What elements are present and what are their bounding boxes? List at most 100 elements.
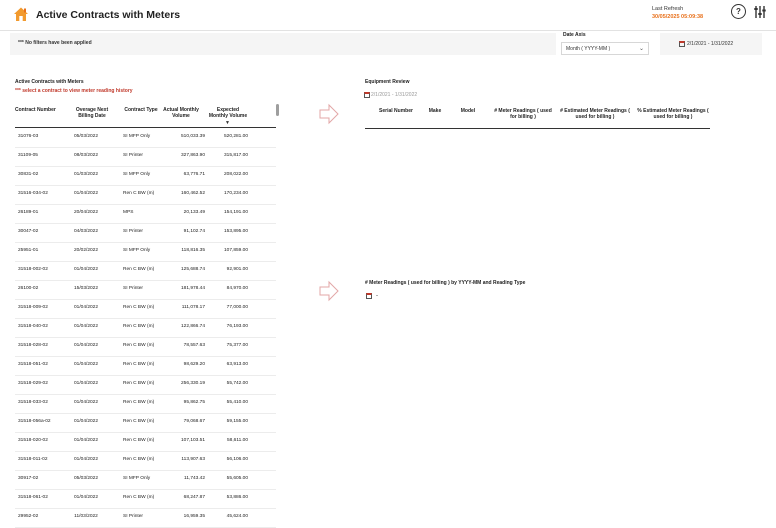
page-title: Active Contracts with Meters bbox=[36, 9, 181, 21]
cell-billing-date: 01/04/2022 bbox=[73, 191, 98, 196]
cell-actual-volume: 122,866.74 bbox=[180, 324, 205, 329]
cell-contract-type: SI Printer bbox=[123, 229, 143, 234]
cell-actual-volume: 181,978.44 bbox=[180, 286, 205, 291]
cell-actual-volume: 111,078.17 bbox=[181, 305, 205, 310]
cell-actual-volume: 11,743.42 bbox=[184, 476, 205, 481]
equipment-section-title: Equipment Review bbox=[365, 79, 410, 85]
cell-contract-number: 31516-034-02 bbox=[18, 191, 48, 196]
cell-contract-type: Ren C BW (m) bbox=[123, 495, 155, 500]
date-axis-select[interactable]: Month ( YYYY-MM ) ⌄ bbox=[561, 42, 649, 55]
table-row[interactable]: 31516-034-02 01/04/2022 Ren C BW (m) 160,46… bbox=[15, 185, 276, 205]
table-row[interactable]: 31518-051-02 01/04/2022 Ren C BW (m) 98,629… bbox=[15, 356, 276, 376]
table-row[interactable]: 31518-009-02 01/04/2022 Ren C BW (m) 111,07… bbox=[15, 299, 276, 319]
cell-contract-number: 31076-03 bbox=[18, 134, 39, 139]
col-actual-monthly-volume[interactable]: Actual Monthly Volume bbox=[161, 107, 201, 119]
cell-contract-type: Ren C BW (m) bbox=[123, 400, 155, 405]
cell-contract-type: MPS bbox=[123, 210, 134, 215]
calendar-icon bbox=[364, 92, 370, 98]
col-estimated-meter-readings[interactable]: # Estimated Meter Readings ( used for bi… bbox=[556, 108, 634, 120]
col-make[interactable]: Make bbox=[424, 108, 446, 114]
col-serial-number[interactable]: Serial Number bbox=[373, 108, 419, 114]
cell-billing-date: 01/03/2022 bbox=[73, 172, 98, 177]
cell-billing-date: 01/04/2022 bbox=[73, 267, 98, 272]
table-row[interactable]: 25951-01 20/02/2022 SI MFP Only 118,816.35 1… bbox=[15, 242, 276, 262]
cell-expected-volume: 55,742.00 bbox=[226, 381, 248, 386]
cell-billing-date: 01/04/2022 bbox=[73, 457, 98, 462]
cell-actual-volume: 20,133.49 bbox=[183, 210, 205, 215]
cell-actual-volume: 118,816.35 bbox=[181, 248, 205, 253]
col-contract-number[interactable]: Contract Number bbox=[15, 107, 63, 113]
cell-contract-number: 31518-056a-02 bbox=[18, 419, 51, 424]
table-row[interactable]: 26100-02 15/03/2022 SI Printer 181,978.44 84… bbox=[15, 280, 276, 300]
cell-expected-volume: 107,859.00 bbox=[223, 248, 248, 253]
cell-actual-volume: 91,102.74 bbox=[183, 229, 205, 234]
date-axis-value: Month ( YYYY-MM ) bbox=[566, 46, 611, 52]
table-row[interactable]: 31518-040-02 01/04/2022 Ren C BW (m) 122,86… bbox=[15, 318, 276, 338]
cell-expected-volume: 76,193.00 bbox=[226, 324, 248, 329]
table-row[interactable]: 30831-02 01/03/2022 SI MFP Only 63,776.71 20… bbox=[15, 166, 276, 186]
cell-expected-volume: 63,913.00 bbox=[226, 362, 248, 367]
cell-billing-date: 11/03/2022 bbox=[74, 514, 98, 519]
equipment-header-divider bbox=[365, 128, 710, 129]
cell-contract-type: SI Printer bbox=[123, 286, 143, 291]
cell-expected-volume: 75,377.00 bbox=[226, 343, 248, 348]
cell-contract-number: 31518-051-02 bbox=[18, 362, 48, 367]
cell-contract-number: 31518-009-02 bbox=[18, 305, 48, 310]
cell-contract-type: SI MFP Only bbox=[123, 476, 151, 481]
cell-actual-volume: 125,688.74 bbox=[180, 267, 205, 272]
cell-billing-date: 20/02/2022 bbox=[73, 248, 98, 253]
table-row[interactable]: 31518-061-02 01/04/2022 Ren C BW (m) 68,247… bbox=[15, 489, 276, 509]
cell-contract-number: 31518-061-02 bbox=[18, 495, 48, 500]
table-row[interactable]: 31518-029-02 01/04/2022 Ren C BW (m) 256,33… bbox=[15, 375, 276, 395]
calendar-icon bbox=[679, 41, 685, 47]
cell-expected-volume: 59,155.00 bbox=[226, 419, 248, 424]
cell-billing-date: 01/04/2022 bbox=[73, 419, 98, 424]
table-row[interactable]: 31518-011-02 01/04/2022 Ren C BW (m) 113,90… bbox=[15, 451, 276, 471]
table-scrollbar[interactable] bbox=[276, 104, 279, 116]
col-model[interactable]: Model bbox=[456, 108, 480, 114]
cell-actual-volume: 68,247.87 bbox=[183, 495, 205, 500]
cell-expected-volume: 55,605.00 bbox=[226, 476, 248, 481]
help-icon[interactable]: ? bbox=[731, 4, 746, 19]
col-meter-readings[interactable]: # Meter Readings ( used for billing ) bbox=[494, 108, 552, 120]
table-row[interactable]: 31518-028-02 01/04/2022 Ren C BW (m) 78,557… bbox=[15, 337, 276, 357]
col-overage-next-billing-date[interactable]: Overage Next Billing Date bbox=[71, 107, 113, 119]
cell-contract-number: 31518-011-02 bbox=[18, 457, 48, 462]
col-contract-type[interactable]: Contract Type bbox=[119, 107, 163, 113]
cell-contract-number: 31518-033-02 bbox=[18, 400, 48, 405]
last-refresh-label: Last Refresh bbox=[652, 6, 684, 12]
table-row[interactable]: 31109-05 08/03/2022 SI Printer 327,863.90 31… bbox=[15, 147, 276, 167]
table-row[interactable]: 30047-02 04/03/2022 SI Printer 91,102.74 153… bbox=[15, 223, 276, 243]
cell-expected-volume: 92,901.00 bbox=[226, 267, 248, 272]
cell-contract-type: Ren C BW (m) bbox=[123, 305, 155, 310]
cell-contract-number: 26100-02 bbox=[18, 286, 39, 291]
cell-contract-type: SI Printer bbox=[123, 514, 143, 519]
cell-billing-date: 01/04/2022 bbox=[73, 324, 98, 329]
date-range-value[interactable]: 2/1/2021 - 1/31/2022 bbox=[687, 41, 733, 47]
table-row[interactable]: 31518-020-02 01/04/2022 Ren C BW (m) 107,10… bbox=[15, 432, 276, 452]
table-row[interactable]: 30917-02 05/03/2022 SI MFP Only 11,743.42 55… bbox=[15, 470, 276, 490]
table-row[interactable]: 31518-002-02 01/04/2022 Ren C BW (m) 125,68… bbox=[15, 261, 276, 281]
cell-billing-date: 01/04/2022 bbox=[73, 362, 98, 367]
col-expected-monthly-volume[interactable]: Expected Monthly Volume bbox=[208, 107, 248, 119]
cell-expected-volume: 77,000.00 bbox=[226, 305, 248, 310]
cell-expected-volume: 56,106.00 bbox=[226, 457, 248, 462]
cell-contract-number: 31518-020-02 bbox=[18, 438, 48, 443]
table-row[interactable]: 31518-056a-02 01/04/2022 Ren C BW (m) 79,06… bbox=[15, 413, 276, 433]
table-row[interactable]: 31518-033-02 01/04/2022 Ren C BW (m) 95,862… bbox=[15, 394, 276, 414]
table-row[interactable]: 26189-01 20/04/2022 MPS 20,133.49 154,191.00 bbox=[15, 204, 276, 224]
cell-billing-date: 08/03/2022 bbox=[73, 153, 98, 158]
arrow-right-icon bbox=[319, 280, 339, 302]
cell-actual-volume: 160,462.52 bbox=[180, 191, 205, 196]
cell-contract-type: Ren C BW (m) bbox=[123, 324, 155, 329]
settings-sliders-icon[interactable] bbox=[753, 5, 767, 19]
cell-actual-volume: 79,068.67 bbox=[183, 419, 205, 424]
cell-contract-type: SI Printer bbox=[123, 153, 143, 158]
table-row[interactable]: 29952-02 11/03/2022 SI Printer 16,959.35 45,… bbox=[15, 508, 276, 528]
chevron-down-icon: ⌄ bbox=[638, 46, 644, 52]
cell-expected-volume: 208,022.00 bbox=[223, 172, 248, 177]
col-percent-estimated-readings[interactable]: % Estimated Meter Readings ( used for bi… bbox=[636, 108, 710, 120]
sort-desc-icon: ▼ bbox=[225, 120, 230, 126]
cell-actual-volume: 78,557.63 bbox=[183, 343, 205, 348]
table-row[interactable]: 31076-03 05/03/2022 SI MFP Only 510,033.39 5… bbox=[15, 128, 276, 148]
